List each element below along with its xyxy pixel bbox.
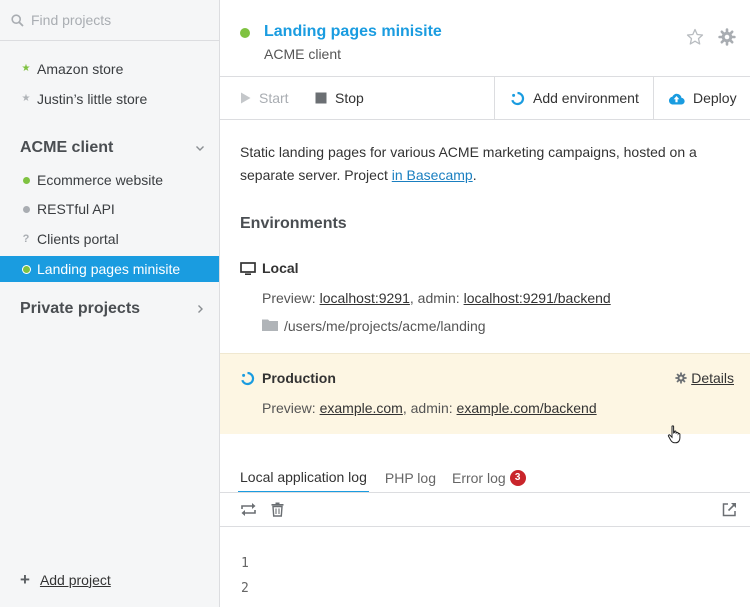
- page-title: Landing pages minisite: [264, 23, 442, 40]
- log-line-number: 2: [241, 581, 249, 596]
- gear-icon: [675, 372, 688, 384]
- sidebar-group-private-projects[interactable]: Private projects: [0, 295, 219, 323]
- local-preview-line: Preview: localhost:9291, admin: localhos…: [262, 290, 611, 306]
- toolbar-divider: [653, 77, 654, 119]
- plus-icon: +: [20, 570, 30, 589]
- local-admin-link[interactable]: localhost:9291/backend: [464, 290, 611, 306]
- chevron-down-icon: [196, 146, 204, 151]
- start-button[interactable]: Start: [240, 77, 289, 119]
- external-link-icon[interactable]: [722, 502, 737, 517]
- details-link[interactable]: Details: [691, 370, 734, 386]
- sidebar-item-landing-pages-minisite[interactable]: Landing pages minisite: [0, 256, 219, 282]
- repeat-icon[interactable]: [240, 502, 257, 517]
- folder-icon: [262, 319, 278, 331]
- status-dot: [22, 205, 30, 213]
- add-project-link[interactable]: Add project: [40, 572, 111, 588]
- sidebar-item-ecommerce-website[interactable]: Ecommerce website: [0, 167, 219, 193]
- production-admin-link[interactable]: example.com/backend: [457, 400, 597, 416]
- basecamp-link[interactable]: in Basecamp: [392, 167, 473, 183]
- sidebar-item-label: Ecommerce website: [37, 172, 164, 188]
- sidebar-group-label: Private projects: [20, 300, 141, 317]
- project-description: Static landing pages for various ACME ma…: [240, 144, 697, 183]
- tab-error-log[interactable]: Error log 3: [452, 462, 526, 493]
- production-preview-line: Preview: example.com, admin: example.com…: [262, 400, 597, 416]
- unknown-status-icon: ?: [22, 233, 30, 245]
- tab-php-log[interactable]: PHP log: [385, 462, 436, 493]
- environments-heading: Environments: [240, 215, 347, 232]
- add-environment-button[interactable]: Add environment: [510, 77, 639, 119]
- sidebar: ★ Amazon store ★ Justin’s little store A…: [0, 0, 220, 607]
- star-icon[interactable]: [686, 28, 704, 46]
- status-dot: [240, 28, 250, 38]
- log-output: 1 2: [220, 527, 750, 607]
- star-icon: ★: [21, 93, 31, 104]
- sidebar-item-clients-portal[interactable]: ? Clients portal: [0, 226, 219, 252]
- status-dot: [22, 265, 30, 273]
- add-project[interactable]: + Add project: [20, 571, 111, 588]
- sidebar-group-label: ACME client: [20, 139, 114, 156]
- project-header: Landing pages minisite ACME client: [220, 0, 750, 77]
- search-bar: [0, 0, 219, 41]
- local-preview-link[interactable]: localhost:9291: [320, 290, 410, 306]
- log-tabs: Local application log PHP log Error log 3: [238, 462, 542, 493]
- environment-name-local: Local: [262, 260, 299, 276]
- stop-icon: [315, 92, 327, 104]
- sidebar-item-label: Landing pages minisite: [37, 261, 181, 277]
- production-preview-link[interactable]: example.com: [320, 400, 403, 416]
- tab-local-application-log[interactable]: Local application log: [238, 462, 369, 493]
- sidebar-item-amazon-store[interactable]: ★ Amazon store: [0, 56, 219, 82]
- play-icon: [241, 92, 251, 104]
- main-panel: Landing pages minisite ACME client Start…: [220, 0, 750, 607]
- error-count-badge: 3: [509, 469, 526, 486]
- sidebar-item-label: Justin’s little store: [37, 91, 148, 107]
- production-environment-card: [220, 353, 750, 434]
- sidebar-group-acme-client[interactable]: ACME client: [0, 134, 219, 162]
- log-toolbar: [220, 493, 750, 527]
- stop-button[interactable]: Stop: [315, 77, 364, 119]
- sidebar-item-label: RESTful API: [37, 201, 115, 217]
- chevron-right-icon: [198, 305, 203, 313]
- search-input[interactable]: [31, 12, 211, 28]
- sidebar-item-label: Clients portal: [37, 231, 119, 247]
- status-dot: [22, 176, 30, 184]
- sidebar-item-restful-api[interactable]: RESTful API: [0, 196, 219, 222]
- environment-name-production: Production: [262, 370, 336, 386]
- deploy-button[interactable]: Deploy: [668, 77, 737, 119]
- search-icon: [11, 13, 24, 27]
- log-line-number: 1: [241, 556, 249, 571]
- hand-cursor-icon: [667, 425, 681, 444]
- sidebar-item-justins-little-store[interactable]: ★ Justin’s little store: [0, 86, 219, 112]
- cloud-upload-icon: [668, 93, 685, 105]
- page-subtitle: ACME client: [264, 46, 342, 62]
- toolbar: Start Stop Add environment Deploy: [220, 77, 750, 120]
- star-icon: ★: [21, 63, 31, 74]
- monitor-icon: [240, 262, 256, 275]
- environment-icon: [241, 371, 255, 386]
- toolbar-divider: [494, 77, 495, 119]
- environment-icon: [511, 91, 525, 105]
- local-path: /users/me/projects/acme/landing: [284, 318, 486, 334]
- trash-icon[interactable]: [271, 502, 284, 517]
- gear-icon[interactable]: [718, 28, 736, 46]
- sidebar-item-label: Amazon store: [37, 61, 124, 77]
- details-button[interactable]: Details: [675, 370, 734, 386]
